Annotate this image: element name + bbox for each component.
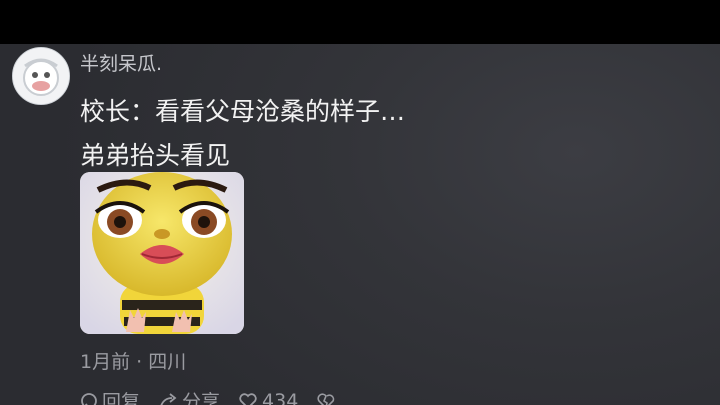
avatar[interactable] [12, 47, 70, 105]
like-button[interactable]: 434 [238, 390, 298, 405]
reply-icon [81, 392, 97, 405]
share-button[interactable]: 分享 [158, 387, 220, 405]
top-black-bar [0, 0, 720, 44]
comment-card: 半刻呆瓜. 校长：看看父母沧桑的样子… 弟弟抬头看见 1月前 · 四川 回复 分… [0, 44, 720, 405]
reply-button[interactable]: 回复 [80, 387, 140, 405]
comment-text-line-1: 校长：看看父母沧桑的样子… [80, 97, 406, 126]
comment-meta: 1月前 · 四川 [80, 351, 187, 373]
broken-heart-icon [317, 392, 335, 405]
like-count: 434 [262, 389, 299, 405]
comment-text-line-2: 弟弟抬头看见 [80, 141, 231, 170]
username[interactable]: 半刻呆瓜. [80, 49, 162, 76]
heart-icon [239, 392, 257, 405]
share-label: 分享 [182, 391, 221, 405]
bee-sticker-image[interactable] [80, 172, 244, 334]
reply-label: 回复 [102, 391, 141, 405]
comment-actions: 回复 分享 434 [80, 387, 358, 405]
share-icon [160, 392, 177, 405]
dislike-button[interactable] [316, 392, 340, 405]
